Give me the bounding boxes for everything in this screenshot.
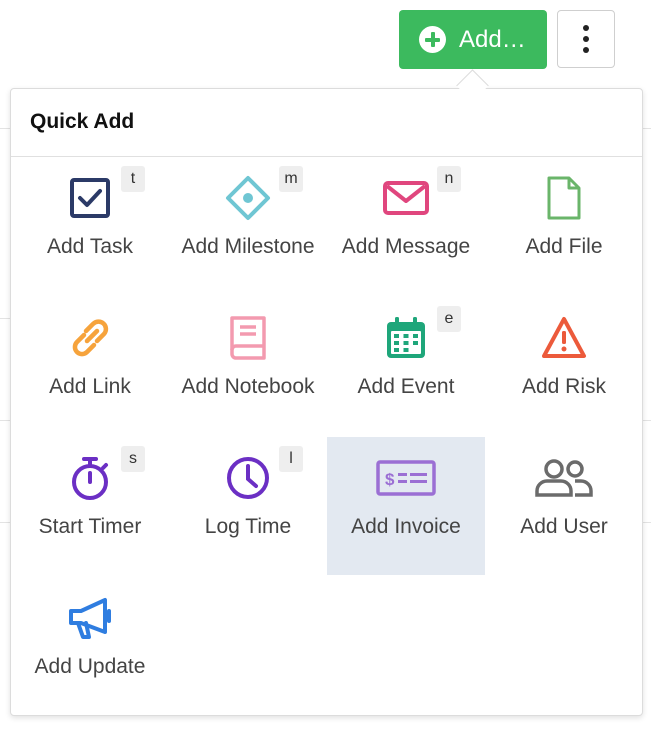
quick-add-log-time[interactable]: l Log Time	[169, 437, 327, 575]
file-icon	[541, 175, 587, 221]
page-divider	[643, 128, 651, 129]
quick-add-message[interactable]: n Add Message	[327, 157, 485, 295]
notebook-icon	[225, 315, 271, 361]
page-divider	[0, 420, 10, 421]
clock-icon	[225, 455, 271, 501]
quick-add-menu: Quick Add t Add Task m Add Milestone n A…	[10, 88, 643, 716]
calendar-icon	[383, 315, 429, 361]
tile-label: Add File	[525, 235, 603, 258]
envelope-icon	[383, 175, 429, 221]
shortcut-key: m	[279, 166, 303, 192]
warning-triangle-icon	[541, 315, 587, 361]
quick-add-milestone[interactable]: m Add Milestone	[169, 157, 327, 295]
tile-label: Add Link	[49, 375, 131, 398]
tile-label: Add Message	[341, 235, 471, 258]
page-divider	[0, 128, 10, 129]
add-button-label: Add…	[459, 25, 526, 53]
shortcut-key: e	[437, 306, 461, 332]
svg-text:$: $	[385, 470, 395, 489]
quick-add-start-timer[interactable]: s Start Timer	[11, 437, 169, 575]
quick-add-risk[interactable]: Add Risk	[485, 297, 643, 435]
page-divider	[0, 522, 10, 523]
tile-label: Add Risk	[521, 375, 607, 398]
quick-add-task[interactable]: t Add Task	[11, 157, 169, 295]
users-icon	[533, 455, 595, 501]
tile-label: Add Task	[47, 235, 133, 258]
tile-label: Add Notebook	[181, 375, 315, 398]
tile-label: Log Time	[204, 515, 292, 538]
add-button[interactable]: Add…	[399, 10, 547, 69]
shortcut-key: t	[121, 166, 145, 192]
link-icon	[67, 315, 113, 361]
shortcut-key: n	[437, 166, 461, 192]
quick-add-file[interactable]: Add File	[485, 157, 643, 295]
quick-add-title: Quick Add	[30, 110, 135, 133]
more-options-button[interactable]	[557, 10, 615, 68]
checkbox-icon	[67, 175, 113, 221]
page-divider	[0, 318, 10, 319]
page-divider	[643, 420, 651, 421]
stopwatch-icon	[67, 455, 113, 501]
tile-label: Start Timer	[38, 515, 142, 538]
plus-circle-icon	[419, 26, 446, 53]
tile-label: Add Milestone	[181, 235, 315, 258]
quick-add-invoice[interactable]: $ Add Invoice	[327, 437, 485, 575]
quick-add-notebook[interactable]: Add Notebook	[169, 297, 327, 435]
tile-label: Add Invoice	[351, 515, 461, 538]
megaphone-icon	[67, 595, 113, 641]
quick-add-update[interactable]: Add Update	[11, 577, 169, 715]
shortcut-key: l	[279, 446, 303, 472]
quick-add-event[interactable]: e Add Event	[327, 297, 485, 435]
tile-label: Add User	[520, 515, 608, 538]
tile-label: Add Update	[34, 655, 146, 678]
page-divider	[643, 522, 651, 523]
invoice-icon: $	[375, 455, 437, 501]
shortcut-key: s	[121, 446, 145, 472]
quick-add-user[interactable]: Add User	[485, 437, 643, 575]
milestone-diamond-icon	[225, 175, 271, 221]
vertical-ellipsis-icon	[583, 25, 589, 31]
tile-label: Add Event	[357, 375, 455, 398]
quick-add-link[interactable]: Add Link	[11, 297, 169, 435]
